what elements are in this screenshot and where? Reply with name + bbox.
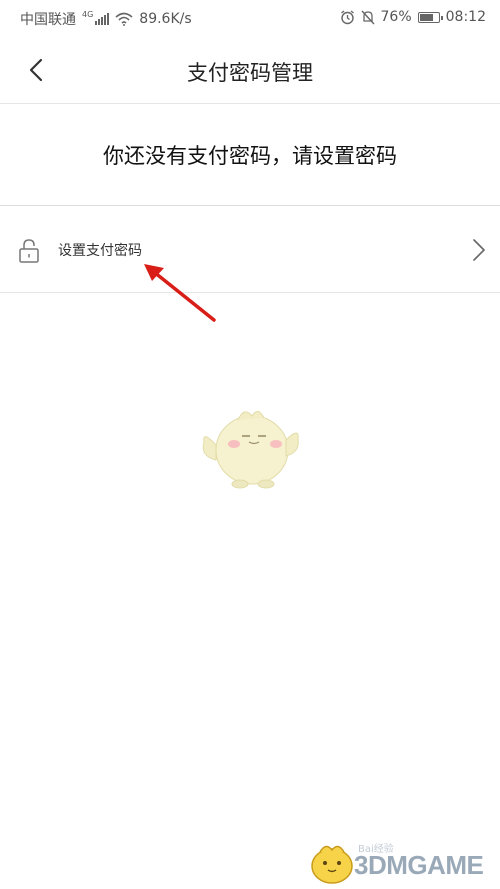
chevron-right-icon <box>473 239 485 261</box>
watermark-brand: 3DMGAME <box>354 850 484 880</box>
lock-icon <box>19 239 39 263</box>
notice-area: 你还没有支付密码，请设置密码 <box>0 104 500 206</box>
watermark: Bai经验 3DMGAME <box>306 836 500 889</box>
annotation-arrow <box>144 264 216 322</box>
status-right: 76% 08:12 <box>340 9 486 25</box>
nav-bar: 支付密码管理 <box>0 36 500 104</box>
wifi-icon <box>115 12 133 26</box>
mute-icon <box>361 10 375 24</box>
battery-fill <box>419 13 433 21</box>
clock: 08:12 <box>445 9 486 25</box>
signal-icon <box>95 13 110 25</box>
alarm-icon <box>340 9 354 24</box>
carrier-label: 中国联通 <box>20 12 76 28</box>
status-bar: 中国联通 4G 89.6K/s 76% 08:12 <box>0 0 500 36</box>
set-payment-password-item[interactable]: 设置支付密码 <box>0 207 500 293</box>
watermark-logo-icon <box>311 845 353 884</box>
page-title: 支付密码管理 <box>187 61 313 85</box>
status-left: 中国联通 4G 89.6K/s <box>20 9 192 29</box>
network-speed: 89.6K/s <box>139 11 192 27</box>
set-payment-password-label: 设置支付密码 <box>58 243 142 259</box>
battery-icon <box>417 11 443 23</box>
network-type-label: 4G <box>82 9 94 19</box>
no-password-notice: 你还没有支付密码，请设置密码 <box>103 144 397 168</box>
empty-state-mascot <box>202 411 299 489</box>
annotation-arrow-shaft <box>152 270 216 322</box>
battery-percent: 76% <box>380 9 412 25</box>
